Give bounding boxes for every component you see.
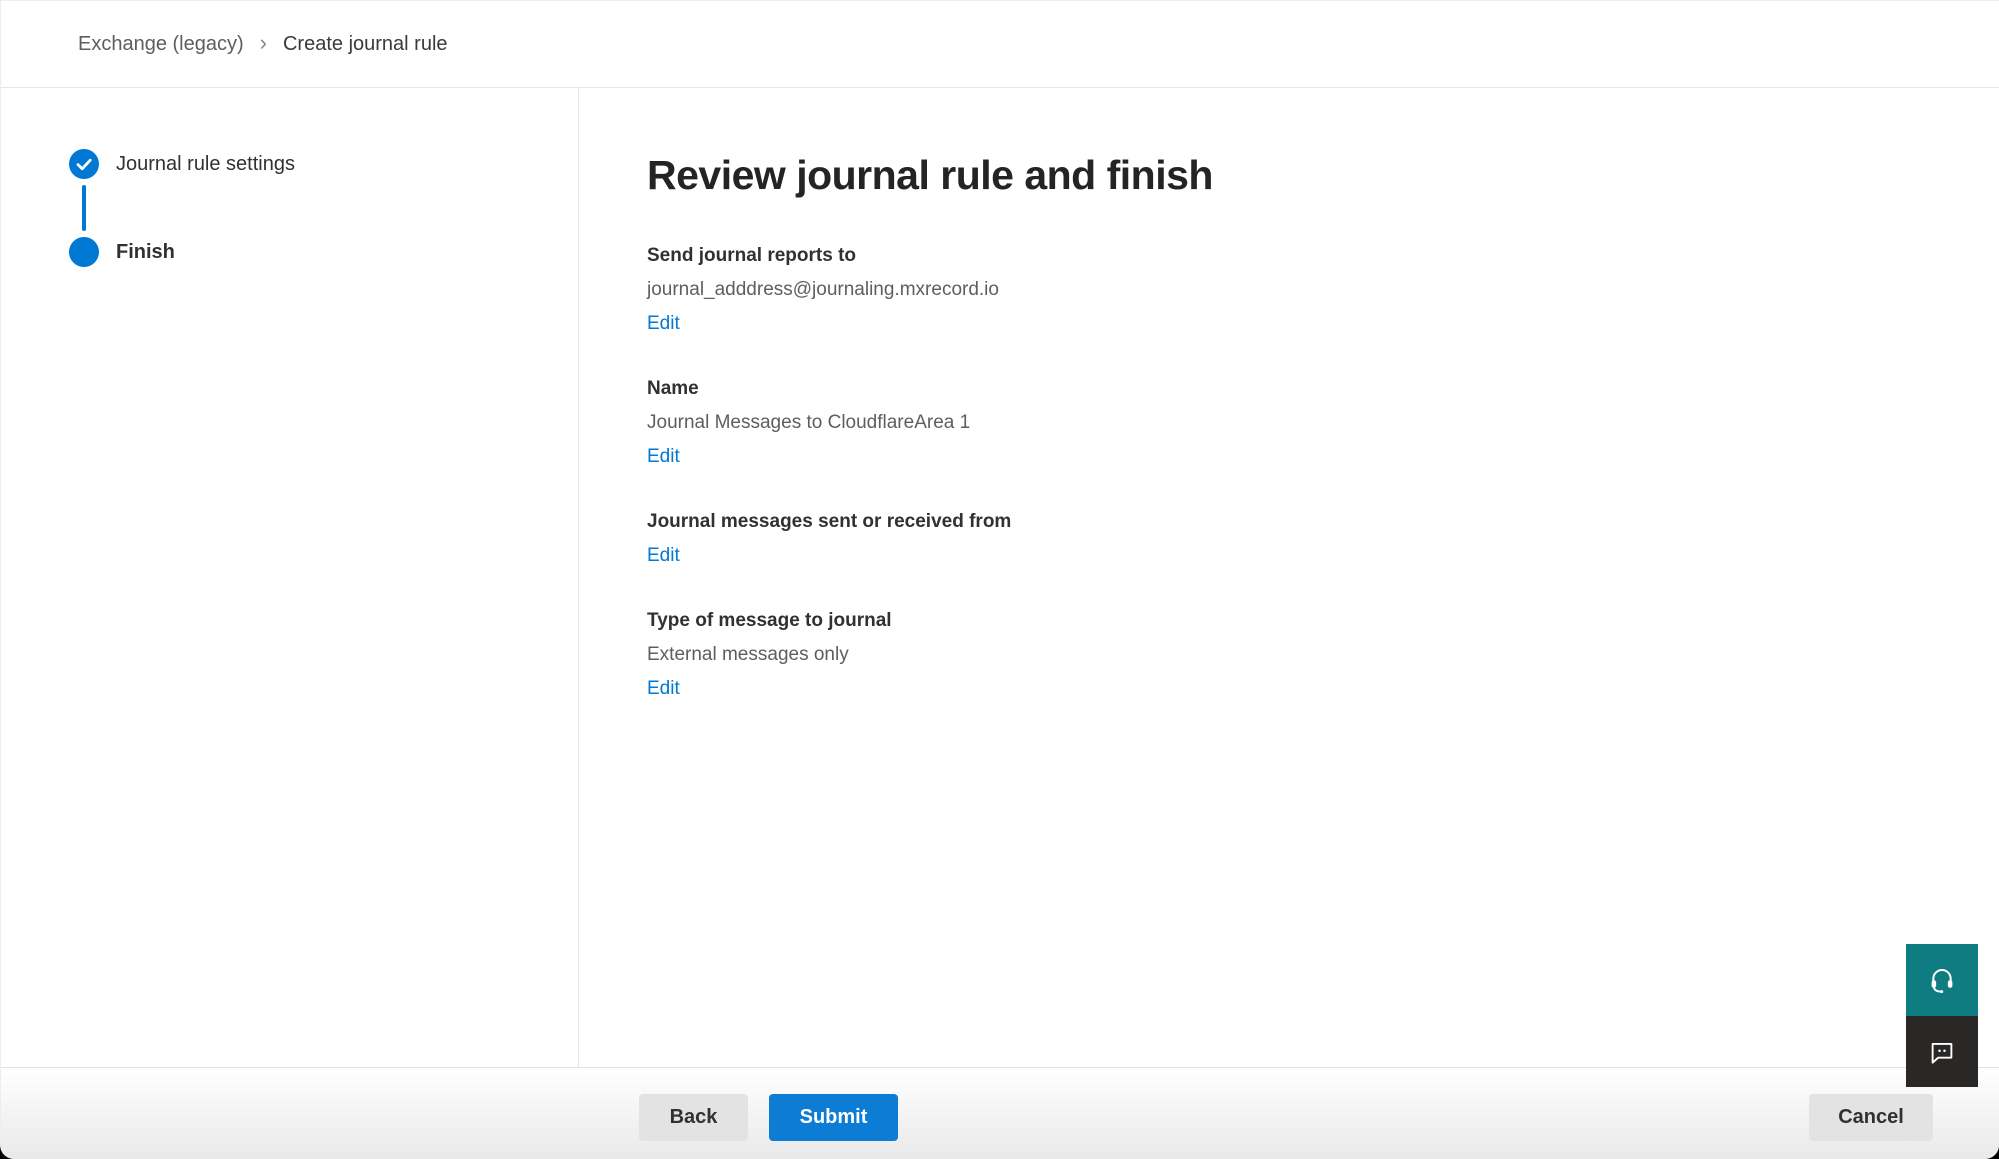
cancel-button[interactable]: Cancel <box>1809 1094 1933 1141</box>
edit-send-reports-link[interactable]: Edit <box>647 307 680 341</box>
review-section-send-reports: Send journal reports to journal_adddress… <box>647 239 1939 341</box>
submit-button[interactable]: Submit <box>769 1094 898 1141</box>
completed-check-icon <box>69 149 99 179</box>
review-panel: Review journal rule and finish Send jour… <box>579 88 1999 1067</box>
edit-message-type-link[interactable]: Edit <box>647 672 680 706</box>
field-label: Send journal reports to <box>647 239 1939 273</box>
field-label: Type of message to journal <box>647 604 1939 638</box>
support-button[interactable] <box>1906 944 1978 1016</box>
headset-icon <box>1926 964 1958 996</box>
field-value: External messages only <box>647 638 1939 672</box>
field-value: Journal Messages to CloudflareArea 1 <box>647 406 1939 440</box>
create-journal-rule-wizard: Exchange (legacy) › Create journal rule … <box>0 0 1999 1159</box>
chat-bubble-icon <box>1927 1037 1957 1067</box>
breadcrumb: Exchange (legacy) › Create journal rule <box>78 33 448 56</box>
wizard-step-label: Finish <box>116 237 175 267</box>
step-connector-line <box>82 185 86 231</box>
field-value: journal_adddress@journaling.mxrecord.io <box>647 273 1939 307</box>
field-label: Name <box>647 372 1939 406</box>
wizard-step-journal-rule-settings[interactable]: Journal rule settings <box>69 149 295 179</box>
action-bar: Back Submit Cancel <box>1 1067 1999 1159</box>
wizard-step-label: Journal rule settings <box>116 149 295 179</box>
edit-scope-link[interactable]: Edit <box>647 539 680 573</box>
back-button[interactable]: Back <box>639 1094 748 1141</box>
breadcrumb-bar: Exchange (legacy) › Create journal rule <box>1 1 1999 88</box>
chevron-right-icon: › <box>260 32 267 54</box>
edit-name-link[interactable]: Edit <box>647 440 680 474</box>
breadcrumb-exchange-legacy[interactable]: Exchange (legacy) <box>78 33 244 56</box>
wizard-steps-panel: Journal rule settings Finish <box>1 88 579 1067</box>
current-step-dot-icon <box>69 237 99 267</box>
review-section-message-type: Type of message to journal External mess… <box>647 604 1939 706</box>
field-label: Journal messages sent or received from <box>647 505 1939 539</box>
page-title: Review journal rule and finish <box>647 150 1939 201</box>
wizard-step-finish: Finish <box>69 237 175 267</box>
review-section-name: Name Journal Messages to CloudflareArea … <box>647 372 1939 474</box>
breadcrumb-create-journal-rule: Create journal rule <box>283 33 448 56</box>
review-section-scope: Journal messages sent or received from E… <box>647 505 1939 573</box>
feedback-button[interactable] <box>1906 1016 1978 1087</box>
